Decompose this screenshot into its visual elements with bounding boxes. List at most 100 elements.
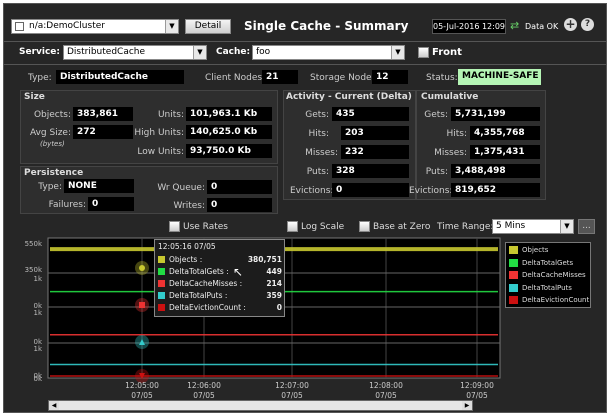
chevron-down-icon: ▼ [560, 220, 573, 233]
activity-evictions-value: 0 [332, 183, 409, 197]
cumulative-gets-value: 5,731,199 [451, 107, 540, 121]
high-units-value: 140,625.0 Kb [186, 125, 272, 139]
tooltip-row: DeltaEvictionCount : 0 [158, 303, 282, 313]
tooltip-row: DeltaTotalGets : 449 [158, 267, 282, 277]
tooltip-series-name: DeltaTotalPuts : [169, 291, 228, 300]
activity-puts-value: 328 [332, 164, 409, 178]
header-divider [4, 41, 606, 42]
tooltip-swatch [158, 256, 165, 263]
x-tick-date: 07/05 [281, 391, 303, 400]
persistence-type-label: Type: [38, 182, 62, 192]
status-label: Status: [426, 73, 458, 83]
tooltip-swatch [158, 280, 165, 287]
y-tick-label: 1k [33, 309, 42, 317]
tooltip-series-value: 0 [276, 303, 282, 312]
cache-summary-window: n/a:DemoCluster ▼ Detail Single Cache - … [3, 3, 607, 413]
legend-swatch [509, 258, 518, 267]
chevron-down-icon: ▼ [165, 20, 178, 33]
cache-select[interactable]: foo ▼ [252, 45, 405, 60]
activity-hits-value: 203 [341, 126, 409, 140]
type-label: Type: [28, 73, 52, 83]
legend-label: DeltaCacheMisses [522, 271, 586, 279]
storage-nodes-value: 12 [372, 70, 408, 84]
scroll-right-icon[interactable]: ▶ [462, 401, 472, 410]
writes-value: 0 [207, 198, 272, 212]
legend-swatch [509, 283, 518, 292]
y-tick-label: 0k [33, 375, 42, 383]
filters-divider [4, 64, 606, 65]
activity-gets-value: 435 [332, 107, 409, 121]
cumulative-hits-label: Hits: [446, 129, 467, 139]
x-tick-date: 07/05 [131, 391, 153, 400]
objects-label: Objects: [33, 110, 71, 120]
low-units-value: 93,750.0 Kb [186, 144, 272, 158]
status-badge: MACHINE-SAFE [458, 69, 541, 85]
service-label: Service: [19, 47, 61, 57]
chart-legend: Objects DeltaTotalGets DeltaCacheMisses Del… [505, 242, 591, 308]
tooltip-series-name: DeltaCacheMisses : [169, 279, 243, 288]
legend-swatch [509, 246, 518, 254]
log-scale-checkbox[interactable] [287, 221, 298, 232]
data-ok-icon: ⇄ [510, 19, 520, 32]
scroll-left-icon[interactable]: ◀ [49, 401, 59, 410]
y-tick-label: 1k [33, 275, 42, 283]
chart-scrollbar[interactable]: ◀ ▶ [48, 400, 473, 411]
legend-swatch [509, 296, 518, 304]
cumulative-gets-label: Gets: [424, 110, 448, 120]
x-tick-time: 12:09:00 [460, 381, 494, 390]
hover-marker [139, 302, 145, 308]
cache-label: Cache: [216, 47, 251, 57]
legend-label: DeltaTotalGets [522, 258, 574, 267]
legend-swatch [509, 271, 518, 279]
activity-evictions-label: Evictions: [290, 186, 334, 196]
tooltip-swatch [158, 268, 165, 275]
client-nodes-label: Client Nodes: [205, 73, 266, 83]
x-tick-time: 12:08:00 [369, 381, 403, 390]
tooltip-series-name: DeltaEvictionCount : [169, 303, 246, 312]
front-label: Front [432, 47, 462, 58]
cumulative-puts-value: 3,488,498 [451, 164, 540, 178]
legend-label: DeltaTotalPuts [522, 283, 572, 292]
legend-label: DeltaEvictionCount [522, 296, 590, 304]
tooltip-series-value: 214 [266, 279, 282, 288]
base-at-zero-label: Base at Zero [373, 222, 431, 232]
units-label: Units: [157, 110, 184, 120]
type-value: DistributedCache [56, 70, 184, 84]
cumulative-puts-label: Puts: [425, 167, 448, 177]
activity-misses-label: Misses: [305, 148, 338, 158]
activity-title: Activity - Current (Delta) [286, 92, 412, 102]
cluster-select-value: n/a:DemoCluster [29, 21, 105, 31]
tooltip-swatch [158, 304, 165, 311]
mouse-pointer-icon: ↖ [233, 265, 244, 279]
service-select[interactable]: DistributedCache ▼ [63, 45, 207, 60]
x-tick-date: 07/05 [193, 391, 215, 400]
use-rates-checkbox[interactable] [169, 221, 180, 232]
y-tick-label: 1k [33, 345, 42, 353]
detail-button[interactable]: Detail [185, 19, 231, 34]
cumulative-misses-label: Misses: [434, 148, 467, 158]
time-range-select[interactable]: 5 Mins ▼ [492, 219, 574, 234]
activity-puts-label: Puts: [306, 167, 329, 177]
chevron-down-icon: ▼ [391, 46, 404, 59]
data-status: Data OK [525, 22, 559, 31]
cumulative-evictions-value: 819,652 [451, 183, 540, 197]
more-button[interactable]: ... [578, 219, 595, 234]
x-tick-time: 12:05:00 [125, 381, 159, 390]
storage-nodes-label: Storage Nodes: [310, 73, 380, 83]
tooltip-series-value: 359 [266, 291, 282, 300]
persistence-type-value: NONE [64, 179, 134, 193]
cluster-select[interactable]: n/a:DemoCluster ▼ [11, 19, 179, 34]
scrollbar-thumb[interactable] [59, 401, 463, 410]
help-icon[interactable]: ? [581, 18, 594, 31]
tooltip-row: DeltaCacheMisses : 214 [158, 279, 282, 289]
service-select-value: DistributedCache [67, 47, 146, 57]
time-range-value: 5 Mins [496, 221, 526, 231]
base-at-zero-checkbox[interactable] [359, 221, 370, 232]
time-range-label: Time Range: [437, 222, 494, 232]
avg-size-label: Avg Size: [29, 128, 71, 138]
objects-value: 383,861 [73, 107, 133, 121]
hover-marker [139, 265, 145, 271]
high-units-label: High Units: [134, 128, 184, 138]
add-icon[interactable]: + [564, 18, 577, 31]
front-checkbox[interactable] [418, 47, 429, 58]
